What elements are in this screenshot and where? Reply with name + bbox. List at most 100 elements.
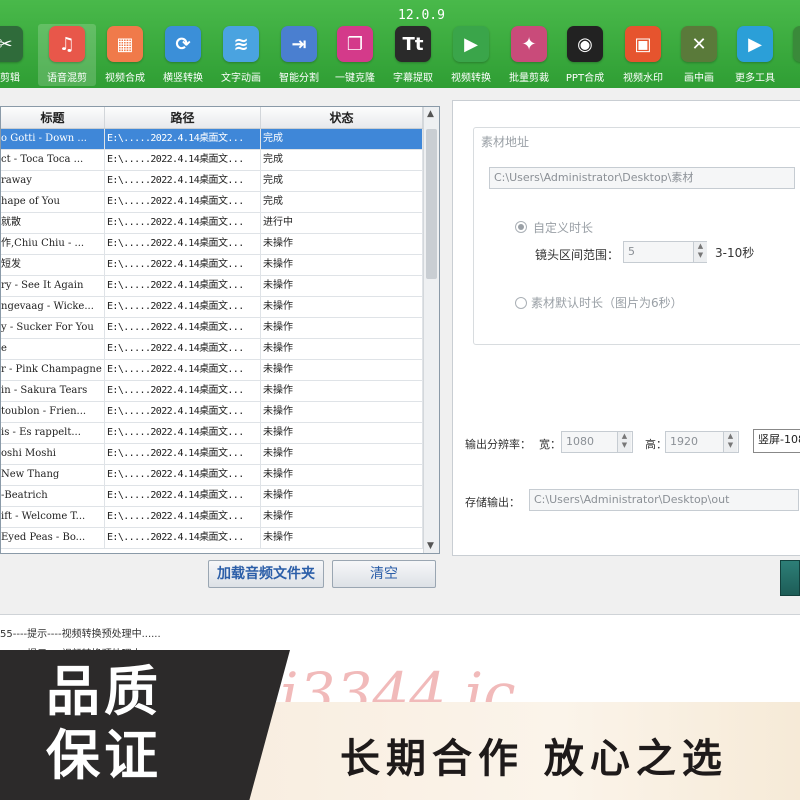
- status-cell: 未操作: [261, 297, 423, 317]
- path-cell: E:\.....2022.4.14桌面文...: [105, 297, 261, 317]
- table-row[interactable]: -Beatrich E:\.....2022.4.14桌面文... 未操作: [1, 486, 423, 507]
- status-cell: 完成: [261, 150, 423, 170]
- title-cell: ngevaag - Wicke...: [1, 297, 105, 317]
- table-row[interactable]: r - Pink Champagne E:\.....2022.4.14桌面文..…: [1, 360, 423, 381]
- table-row[interactable]: oshi Moshi E:\.....2022.4.14桌面文... 未操作: [1, 444, 423, 465]
- status-cell: 未操作: [261, 507, 423, 527]
- load-audio-folder-button[interactable]: 加载音频文件夹: [208, 560, 324, 588]
- toolbar-item-10[interactable]: ◉ PPT合成: [556, 24, 614, 86]
- status-cell: 完成: [261, 192, 423, 212]
- table-row[interactable]: y - Sucker For You E:\.....2022.4.14桌面文..…: [1, 318, 423, 339]
- range-value: 5: [628, 245, 635, 258]
- output-path-field[interactable]: C:\Users\Administrator\Desktop\out: [529, 489, 799, 511]
- range-spinner-icon[interactable]: ▲ ▼: [693, 242, 707, 262]
- rotate-icon: ⟳: [165, 26, 201, 62]
- table-row[interactable]: ngevaag - Wicke... E:\.....2022.4.14桌面文..…: [1, 297, 423, 318]
- width-spinner-icon[interactable]: ▲ ▼: [617, 432, 631, 452]
- toolbar-item-4[interactable]: ≋ 文字动画: [212, 24, 270, 86]
- column-header-status[interactable]: 状态: [261, 107, 423, 128]
- title-cell: New Thang: [1, 465, 105, 485]
- toolbar-item-3[interactable]: ⟳ 横竖转换: [154, 24, 212, 86]
- toolbar-item-0[interactable]: ✂ 频剪辑: [0, 24, 34, 86]
- path-cell: E:\.....2022.4.14桌面文...: [105, 213, 261, 233]
- status-cell: 未操作: [261, 234, 423, 254]
- table-body: o Gotti - Down ... E:\.....2022.4.14桌面文..…: [1, 129, 423, 549]
- table-row[interactable]: Eyed Peas - Bo... E:\.....2022.4.14桌面文...…: [1, 528, 423, 549]
- table-row[interactable]: 就散 E:\.....2022.4.14桌面文... 进行中: [1, 213, 423, 234]
- path-cell: E:\.....2022.4.14桌面文...: [105, 276, 261, 296]
- title-cell: oshi Moshi: [1, 444, 105, 464]
- toolbar-item-11[interactable]: ▣ 视频水印: [614, 24, 672, 86]
- convert-icon: ▶: [453, 26, 489, 62]
- path-cell: E:\.....2022.4.14桌面文...: [105, 402, 261, 422]
- status-cell: 未操作: [261, 255, 423, 275]
- table-row[interactable]: 作,Chiu Chiu - ... E:\.....2022.4.14桌面文...…: [1, 234, 423, 255]
- orientation-select[interactable]: 竖屏-108: [753, 429, 800, 453]
- clear-button[interactable]: 清空: [332, 560, 436, 588]
- toolbar-item-label: 视频转换: [451, 73, 491, 84]
- toolbar-item-label: 文字动画: [221, 73, 261, 84]
- table-row[interactable]: ry - See It Again E:\.....2022.4.14桌面文...…: [1, 276, 423, 297]
- path-cell: E:\.....2022.4.14桌面文...: [105, 171, 261, 191]
- toolbar-item-label: 在: [782, 69, 800, 84]
- clip-icon: ✂: [0, 26, 23, 62]
- badge-line-2: 保证: [46, 724, 162, 787]
- status-cell: 未操作: [261, 339, 423, 359]
- title-cell: Eyed Peas - Bo...: [1, 528, 105, 548]
- table-row[interactable]: New Thang E:\.....2022.4.14桌面文... 未操作: [1, 465, 423, 486]
- scroll-down-icon[interactable]: ▼: [427, 541, 434, 551]
- table-row[interactable]: in - Sakura Tears E:\.....2022.4.14桌面文...…: [1, 381, 423, 402]
- height-value: 1920: [670, 435, 698, 448]
- status-cell: 未操作: [261, 318, 423, 338]
- table-row[interactable]: ct - Toca Toca ... E:\.....2022.4.14桌面文..…: [1, 150, 423, 171]
- start-button[interactable]: [780, 560, 800, 596]
- toolbar-item-9[interactable]: ✦ 批量剪裁: [500, 24, 558, 86]
- status-cell: 完成: [261, 129, 423, 149]
- width-value: 1080: [566, 435, 594, 448]
- table-row[interactable]: ift - Welcome T... E:\.....2022.4.14桌面文..…: [1, 507, 423, 528]
- material-path-field[interactable]: C:\Users\Administrator\Desktop\素材: [489, 167, 795, 189]
- toolbar-item-1[interactable]: ♫ 语音混剪: [38, 24, 96, 86]
- table-row[interactable]: is - Es rappelt... E:\.....2022.4.14桌面文..…: [1, 423, 423, 444]
- table-row[interactable]: toublon - Frien... E:\.....2022.4.14桌面文..…: [1, 402, 423, 423]
- resolution-label: 输出分辨率：: [465, 438, 531, 451]
- version-label: 12.0.9: [398, 8, 445, 23]
- toolbar-item-8[interactable]: ▶ 视频转换: [442, 24, 500, 86]
- grid-icon: ▦: [107, 26, 143, 62]
- range-hint: 3-10秒: [715, 246, 755, 260]
- text-tt-icon: Tt: [395, 26, 431, 62]
- toolbar-item-6[interactable]: ❐ 一键克隆: [326, 24, 384, 86]
- title-cell: is - Es rappelt...: [1, 423, 105, 443]
- toolbar-item-5[interactable]: ⇥ 智能分割: [270, 24, 328, 86]
- column-header-title[interactable]: 标题: [1, 107, 105, 128]
- toolbar-item-12[interactable]: ✕ 画中画: [670, 24, 728, 86]
- path-cell: E:\.....2022.4.14桌面文...: [105, 423, 261, 443]
- quality-badge: 品质 保证: [46, 660, 216, 788]
- table-row[interactable]: hape of You E:\.....2022.4.14桌面文... 完成: [1, 192, 423, 213]
- table-row[interactable]: e E:\.....2022.4.14桌面文... 未操作: [1, 339, 423, 360]
- title-cell: -Beatrich: [1, 486, 105, 506]
- table-row[interactable]: 短发 E:\.....2022.4.14桌面文... 未操作: [1, 255, 423, 276]
- title-cell: raway: [1, 171, 105, 191]
- custom-duration-radio[interactable]: [515, 221, 527, 233]
- status-cell: 未操作: [261, 528, 423, 548]
- title-cell: ift - Welcome T...: [1, 507, 105, 527]
- status-cell: 未操作: [261, 402, 423, 422]
- title-cell: o Gotti - Down ...: [1, 129, 105, 149]
- toolbar-item-label: 语音混剪: [47, 73, 87, 84]
- table-scrollbar[interactable]: ▲ ▼: [423, 107, 439, 553]
- table-row[interactable]: o Gotti - Down ... E:\.....2022.4.14桌面文..…: [1, 129, 423, 150]
- toolbar-item-2[interactable]: ▦ 视频合成: [96, 24, 154, 86]
- title-cell: 短发: [1, 255, 105, 275]
- scroll-up-icon[interactable]: ▲: [427, 109, 434, 119]
- log-line: 55----提示----视频转换预处理中......: [0, 629, 161, 640]
- toolbar-item-14[interactable]: ●在: [782, 24, 800, 86]
- table-row[interactable]: raway E:\.....2022.4.14桌面文... 完成: [1, 171, 423, 192]
- scrollbar-thumb[interactable]: [426, 129, 437, 279]
- default-duration-radio[interactable]: [515, 297, 527, 309]
- toolbar-item-7[interactable]: Tt 字幕提取: [384, 24, 442, 86]
- toolbar-item-13[interactable]: ▶ 更多工具: [726, 24, 784, 86]
- column-header-path[interactable]: 路径: [105, 107, 261, 128]
- toolbar-item-label: 批量剪裁: [509, 73, 549, 84]
- height-spinner-icon[interactable]: ▲ ▼: [723, 432, 737, 452]
